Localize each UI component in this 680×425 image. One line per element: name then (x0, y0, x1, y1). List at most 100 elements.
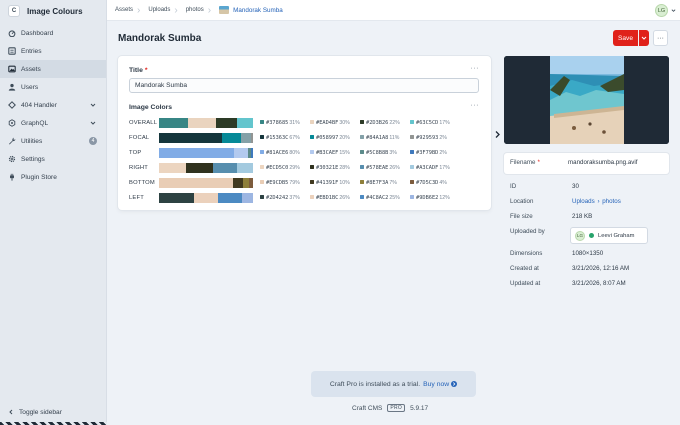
image-colors-actions[interactable]: ··· (471, 102, 480, 109)
arrow-right-icon (451, 381, 458, 387)
color-swatch[interactable]: #81ACE680% (260, 150, 310, 156)
chevron-down-icon[interactable] (671, 8, 676, 13)
color-swatch[interactable]: #2D3B2622% (360, 120, 410, 126)
color-swatch[interactable]: #41391F10% (310, 180, 360, 186)
avatar[interactable]: LG (655, 4, 668, 17)
color-swatch[interactable]: #9295932% (410, 135, 460, 141)
color-row-top: TOP #81ACE680% #B3CAEF15% #5C8B8B3% #3F79BD2… (129, 148, 484, 159)
color-swatch[interactable]: #9DB6E212% (410, 195, 460, 201)
site-switcher[interactable]: C Image Colours (0, 1, 106, 21)
color-swatch[interactable]: #E9CDB579% (260, 180, 310, 186)
color-bar-segment (251, 148, 253, 158)
color-hex: #9DB6E2 (416, 195, 439, 201)
asset-thumbnail (219, 6, 230, 14)
color-hex: #30321E (316, 165, 339, 171)
color-percentage: 26% (339, 195, 350, 201)
more-actions-button[interactable]: ··· (653, 30, 668, 46)
color-hex: #EBD1BC (316, 195, 339, 201)
asset-preview[interactable] (504, 56, 669, 144)
handler-icon (8, 101, 16, 109)
color-swatch[interactable]: #15363C67% (260, 135, 310, 141)
location-separator: › (597, 198, 600, 205)
nav-item-entries[interactable]: Entries (0, 42, 106, 60)
color-swatch[interactable]: #63C5CD17% (410, 120, 460, 126)
nav-item-plugin-store[interactable]: Plugin Store (0, 168, 106, 186)
color-row-label: TOP (129, 150, 142, 156)
color-percentage: 2% (439, 150, 447, 156)
breadcrumb-uploads[interactable]: Uploads (140, 0, 176, 21)
color-bar-segment (249, 178, 253, 188)
color-bar-segment (212, 163, 237, 173)
uploader-chip[interactable]: LG Leevi Graham (570, 227, 648, 244)
color-swatch[interactable]: #2D424237% (260, 195, 310, 201)
title-field-actions[interactable]: ··· (471, 65, 480, 72)
asset-preview-image (504, 56, 669, 144)
color-bar-segment (237, 163, 253, 173)
title-input[interactable]: Mandorak Sumba (129, 78, 479, 93)
color-swatch[interactable]: #4C8AC225% (360, 195, 410, 201)
color-bar-segment (241, 193, 253, 203)
breadcrumb-assets[interactable]: Assets (107, 0, 139, 21)
nav-item-users[interactable]: Users (0, 78, 106, 96)
buy-now-link[interactable]: Buy now (423, 381, 449, 388)
id-value: 30 (572, 183, 579, 190)
chevron-left-icon (9, 409, 13, 415)
color-swatch[interactable]: #8E7F3A7% (360, 180, 410, 186)
color-hex: #058997 (316, 135, 339, 141)
nav-label: 404 Handler (21, 101, 57, 109)
users-icon (8, 83, 16, 91)
color-swatch[interactable]: #37868531% (260, 120, 310, 126)
nav-item-404-handler[interactable]: 404 Handler (0, 96, 106, 114)
nav-item-graphql[interactable]: GraphQL (0, 114, 106, 132)
color-percentage: 10% (339, 180, 350, 186)
chevron-down-icon[interactable] (90, 120, 96, 126)
location-folder-link[interactable]: photos (602, 198, 621, 205)
color-swatch[interactable]: #EAD4BF30% (310, 120, 360, 126)
color-swatch[interactable]: #ECD5C029% (260, 165, 310, 171)
breadcrumb-current-asset[interactable]: Mandorak Sumba (211, 0, 289, 21)
color-swatch-dot (410, 195, 414, 199)
chevron-down-icon[interactable] (90, 102, 96, 108)
topbar: Assets › Uploads › photos › Mandorak Sum… (107, 0, 680, 21)
nav-item-dashboard[interactable]: Dashboard (0, 24, 106, 42)
color-swatch[interactable]: #EBD1BC26% (310, 195, 360, 201)
breadcrumb-photos[interactable]: photos (178, 0, 210, 21)
color-swatch[interactable]: #3F79BD2% (410, 150, 460, 156)
color-swatch[interactable]: #578EAE26% (360, 165, 410, 171)
color-swatch[interactable]: #B3CAEF15% (310, 150, 360, 156)
color-swatch[interactable]: #30321E28% (310, 165, 360, 171)
color-swatch-dot (410, 180, 414, 184)
toggle-sidebar-button[interactable]: Toggle sidebar (0, 405, 106, 419)
filename-input[interactable]: mandoraksumba.png.avif (568, 159, 637, 166)
color-hex: #63C5CD (416, 120, 439, 126)
color-swatch-dot (310, 120, 314, 124)
color-swatch[interactable]: #5C8B8B3% (360, 150, 410, 156)
save-button[interactable]: Save (613, 30, 638, 46)
chevron-right-icon[interactable] (494, 130, 501, 139)
color-row-bottom: BOTTOM #E9CDB579% #41391F10% #8E7F3A7% #7D5C… (129, 178, 484, 189)
location-label: Location (510, 198, 534, 205)
color-row-label: RIGHT (129, 165, 149, 171)
color-percentage: 31% (289, 120, 300, 126)
color-bar (159, 118, 253, 128)
nav-item-assets[interactable]: Assets (0, 60, 106, 78)
color-swatch[interactable]: #84A1A811% (360, 135, 410, 141)
save-menu-button[interactable] (639, 30, 649, 46)
nav-item-settings[interactable]: Settings (0, 150, 106, 168)
title-field-label: Title * (129, 67, 148, 74)
site-name: Image Colours (27, 6, 83, 16)
location-root-link[interactable]: Uploads (572, 198, 595, 205)
color-bar-segment (159, 148, 235, 158)
color-swatch[interactable]: #A3CADF17% (410, 165, 460, 171)
color-percentage: 37% (289, 195, 300, 201)
color-swatch-dot (360, 150, 364, 154)
color-percentage: 12% (439, 195, 450, 201)
color-percentage: 15% (339, 150, 350, 156)
color-swatch-dot (360, 180, 364, 184)
color-swatch-dot (310, 180, 314, 184)
nav-item-utilities[interactable]: Utilities 4 (0, 132, 106, 150)
id-label: ID (510, 183, 517, 190)
color-swatch[interactable]: #7D5C3D4% (410, 180, 460, 186)
color-bar-segment (218, 193, 242, 203)
color-swatch[interactable]: #05899720% (310, 135, 360, 141)
